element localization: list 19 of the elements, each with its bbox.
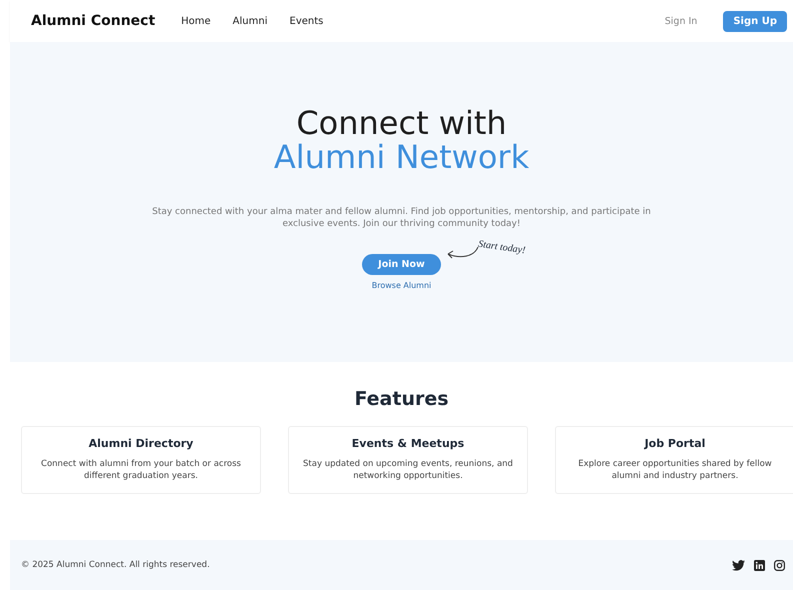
sign-in-button[interactable]: Sign In <box>658 14 704 28</box>
camera-icon[interactable] <box>774 560 785 570</box>
card-description: Stay updated on upcoming events, reunions, and networking opportunities. <box>302 458 514 482</box>
brand-logo[interactable]: Alumni Connect <box>31 13 156 29</box>
hero-description: Stay connected with your alma mater and fellow alumni. Find job opportunities, mentorship, and participate in exclusive events. Join our thriving community today! <box>151 206 652 230</box>
card-title: Alumni Directory <box>88 437 194 450</box>
nav-link[interactable]: Home <box>181 16 211 26</box>
copyright-text: © 2025 Alumni Connect. All rights reserved. <box>21 560 211 570</box>
linkedin-icon[interactable] <box>754 560 765 570</box>
nav-link[interactable]: Alumni <box>232 16 268 26</box>
nav-link[interactable]: Events <box>290 16 324 26</box>
card-description: Connect with alumni from your batch or across different graduation years. <box>40 458 242 482</box>
bird-icon[interactable] <box>732 560 745 570</box>
callout-text: Start today! <box>478 238 526 256</box>
card-description: Explore career opportunities shared by fellow alumni and industry partners. <box>577 458 773 482</box>
browse-alumni-link[interactable]: Browse Alumni <box>372 281 432 290</box>
section-title: Features <box>354 388 449 410</box>
card-title: Job Portal <box>644 437 706 450</box>
card-title: Events & Meetups <box>352 437 464 450</box>
